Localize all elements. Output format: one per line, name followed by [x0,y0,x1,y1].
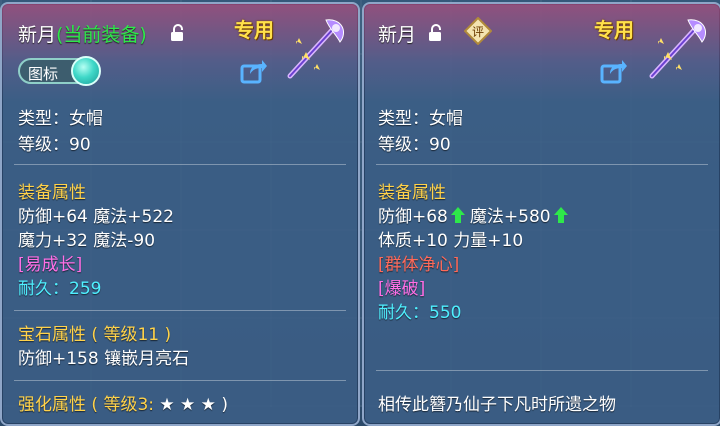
item-type: 类型：女帽 [378,109,463,129]
special-effect: [易成长] [18,255,83,275]
increase-arrow-icon [450,207,465,223]
unlock-icon[interactable] [428,24,444,42]
durability-value: 550 [429,303,462,323]
attr-line-2: 魔力+32 魔法-90 [18,231,156,251]
equipped-label: (当前装备) [56,24,147,46]
share-icon[interactable] [240,58,268,84]
item-level: 等级：90 [18,135,91,155]
rating-badge-icon[interactable]: 评 [464,17,492,45]
durability-value: 259 [69,279,102,299]
gem-attr-title: 宝石属性 ( 等级11 ) [18,325,172,345]
durability: 耐久：259 [18,274,101,299]
divider [14,380,346,381]
attr-line-2: 体质+10 力量+10 [378,231,524,251]
compare-item-tooltip: 新月 评 专用 类型：女帽 等级：90 装备属性 防御+68 魔法+580 体质+… [362,2,720,426]
gem-attr-line: 防御+158 镶嵌月亮石 [18,349,190,369]
item-title: 新月(当前装备) [18,20,147,47]
equip-attr-title: 装备属性 [378,183,446,203]
item-level: 等级：90 [378,135,451,155]
unlock-icon[interactable] [170,24,186,42]
icon-toggle[interactable]: 图标 [18,56,101,86]
weapon-item-icon [287,19,344,79]
attr-line-1: 防御+64 魔法+522 [18,207,174,227]
attr-line-1: 防御+68 魔法+580 [378,202,573,227]
item-description: 相传此簪乃仙子下凡时所遗之物 [378,395,616,415]
durability: 耐久：550 [378,298,461,323]
enhance-stars: ★ ★ ★ ) [159,395,228,415]
equipped-item-tooltip: 新月(当前装备) 专用 图标 类型：女帽 等级：90 装备属性 防御+64 魔法… [0,2,360,426]
increase-arrow-icon [553,207,568,223]
item-name: 新月 [378,24,417,46]
attr-magic: 魔法+580 [469,207,551,227]
share-icon[interactable] [600,58,628,84]
equip-attr-title: 装备属性 [18,183,86,203]
durability-label: 耐久： [18,279,69,299]
divider [376,370,708,371]
enhance-title: 强化属性 ( 等级3: [18,395,154,415]
toggle-knob [71,56,101,86]
divider [14,164,346,165]
divider [14,310,346,311]
special-effect-1: [群体净心] [378,255,460,275]
weapon-item-icon [649,19,706,79]
item-type: 类型：女帽 [18,109,103,129]
enhance-attr: 强化属性 ( 等级3: ★ ★ ★ ) [18,390,228,415]
icon-toggle-label: 图标 [28,65,59,83]
item-name: 新月 [18,24,57,46]
divider [376,164,708,165]
exclusive-tag: 专用 [234,18,274,42]
durability-label: 耐久： [378,303,429,323]
exclusive-tag: 专用 [594,18,634,42]
special-effect-2: [爆破] [378,279,426,299]
rating-badge-text: 评 [472,25,484,39]
item-title: 新月 [378,20,416,47]
attr-defense: 防御+68 [378,207,448,227]
